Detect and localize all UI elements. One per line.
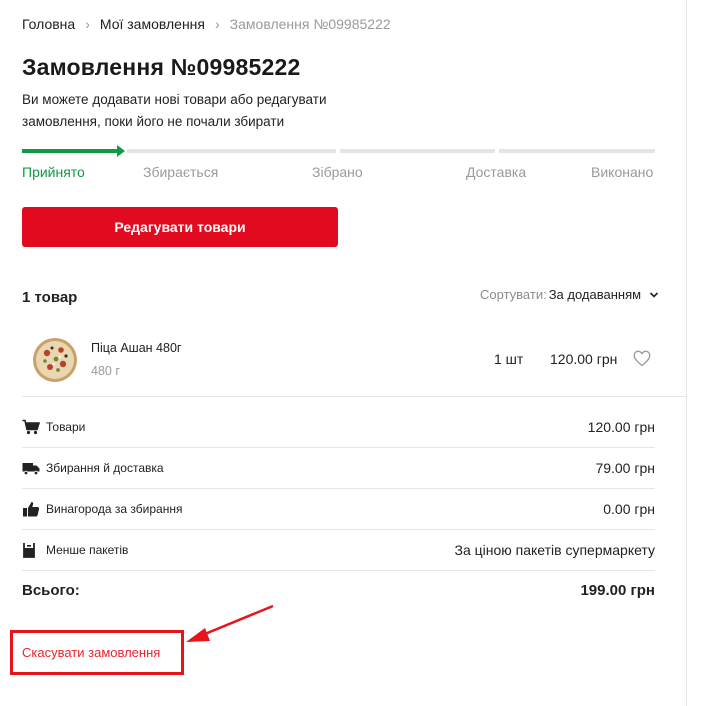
step-label-delivery: Доставка: [466, 164, 527, 180]
summary-label: Винагорода за збирання: [46, 502, 183, 516]
product-quantity: 1 шт: [494, 351, 524, 367]
sort-selected-value: За додаванням: [548, 287, 642, 302]
progress-segment-done: [499, 149, 655, 153]
summary-label: Менше пакетів: [46, 543, 129, 557]
divider: [22, 570, 655, 571]
content-right-divider: [686, 0, 687, 706]
total-value: 199.00 грн: [580, 582, 655, 599]
items-count: 1 товар: [22, 289, 78, 306]
step-label-accepted: Прийнято: [22, 164, 85, 180]
divider: [22, 396, 686, 397]
bag-icon: [23, 543, 35, 558]
edit-items-button[interactable]: Редагувати товари: [22, 207, 338, 247]
divider: [22, 447, 655, 448]
progress-segment-collected: [182, 149, 336, 153]
summary-value: 0.00 грн: [603, 501, 655, 517]
pizza-image: [33, 338, 77, 382]
sort-dropdown[interactable]: Сортувати: За додаванням: [480, 287, 659, 302]
step-label-completed: Виконано: [591, 164, 654, 180]
truck-icon: [22, 463, 40, 476]
order-progress-bar: [22, 145, 655, 157]
divider: [22, 529, 655, 530]
breadcrumb-my-orders-link[interactable]: Мої замовлення: [100, 16, 205, 32]
heart-icon[interactable]: [633, 350, 651, 367]
progress-arrow-icon: [117, 145, 125, 157]
summary-value: 79.00 грн: [595, 460, 655, 476]
progress-segment-accepted: [22, 149, 119, 153]
product-name[interactable]: Піца Ашан 480г: [91, 341, 181, 355]
cart-icon: [22, 419, 40, 435]
sort-label: Сортувати:: [480, 287, 547, 302]
order-edit-description: Ви можете додавати нові товари або редаг…: [22, 92, 327, 129]
summary-row-delivery: Збирання й доставка 79.00 грн: [22, 458, 655, 478]
chevron-right-icon: ›: [85, 16, 90, 32]
summary-row-reward: Винагорода за збирання 0.00 грн: [22, 499, 655, 519]
summary-label: Збирання й доставка: [46, 461, 164, 475]
summary-label: Товари: [46, 420, 86, 434]
step-label-collecting: Збирається: [143, 164, 219, 180]
progress-segment-delivery: [340, 149, 495, 153]
breadcrumb-current-order: Замовлення №09985222: [229, 16, 391, 32]
summary-row-bags: Менше пакетів За ціною пакетів супермарк…: [22, 540, 655, 560]
product-price: 120.00 грн: [550, 351, 618, 367]
breadcrumb-home-link[interactable]: Головна: [22, 16, 75, 32]
chevron-down-icon: [650, 291, 659, 298]
summary-row-items: Товари 120.00 грн: [22, 417, 655, 437]
breadcrumb: Головна › Мої замовлення › Замовлення №0…: [22, 16, 391, 32]
chevron-right-icon: ›: [215, 16, 220, 32]
step-label-collected: Зібрано: [312, 164, 363, 180]
summary-value: За ціною пакетів супермаркету: [454, 542, 655, 558]
summary-value: 120.00 грн: [587, 419, 655, 435]
divider: [22, 488, 655, 489]
cancel-order-link[interactable]: Скасувати замовлення: [22, 645, 160, 660]
thumbs-up-icon: [23, 502, 40, 517]
total-label: Всього:: [22, 582, 80, 599]
product-weight: 480 г: [91, 364, 120, 378]
page-title: Замовлення №09985222: [22, 54, 301, 80]
